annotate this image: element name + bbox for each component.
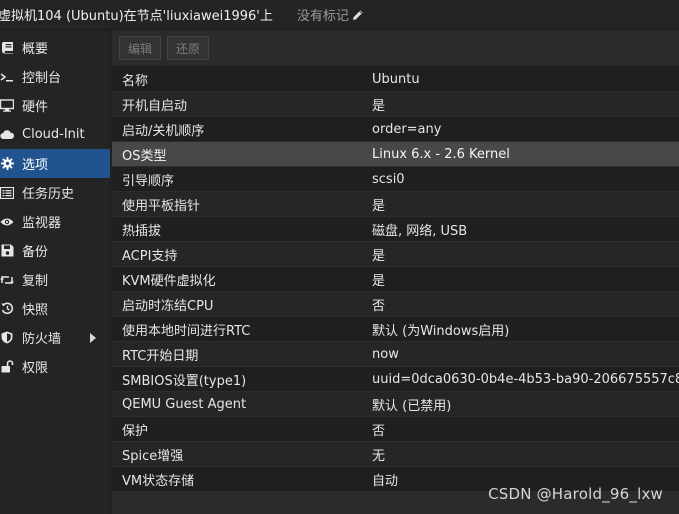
table-row[interactable]: 保护 否: [112, 417, 679, 442]
option-key: ACPI支持: [122, 248, 178, 264]
options-panel: 编辑 还原 名称 Ubuntu 开机自启动是 启动/关机顺序 order=any O…: [112, 30, 679, 514]
sidebar-item-firewall[interactable]: 防火墙: [0, 323, 110, 352]
option-value: Linux 6.x - 2.6 Kernel: [372, 146, 510, 162]
table-row[interactable]: 名称 Ubuntu: [112, 67, 679, 92]
sidebar-item-label: Cloud-Init: [22, 127, 85, 142]
option-key: 使用平板指针: [122, 198, 201, 214]
page-title: 虚拟机104 (Ubuntu)在节点'liuxiawei1996'上: [0, 9, 273, 24]
sidebar-item-backup[interactable]: 备份: [0, 236, 110, 265]
tags-label: 没有标记: [296, 9, 349, 24]
option-key: KVM硬件虚拟化: [122, 273, 216, 289]
table-row[interactable]: RTC开始日期 now: [112, 342, 679, 367]
sidebar-item-label: 防火墙: [22, 332, 62, 347]
table-row[interactable]: Spice增强 无: [112, 442, 679, 467]
table-row[interactable]: 使用本地时间进行RTC 默认 (为Windows启用): [112, 317, 679, 342]
option-key: 启动/关机顺序: [122, 123, 205, 139]
options-grid: 名称 Ubuntu 开机自启动是 启动/关机顺序 order=any OS类型 Lin…: [112, 67, 679, 492]
header-bar: 虚拟机104 (Ubuntu)在节点'liuxiawei1996'上 没有标记: [0, 0, 679, 30]
sidebar-item-console[interactable]: 控制台: [0, 62, 110, 91]
option-key: Spice增强: [122, 448, 184, 464]
option-value: 是: [372, 98, 386, 114]
cloud-icon: [0, 128, 14, 142]
option-key: OS类型: [122, 148, 167, 164]
option-key: 引导顺序: [122, 173, 175, 189]
sidebar-item-label: 监视器: [22, 216, 62, 231]
option-value: 无: [372, 448, 386, 464]
eye-icon: [0, 215, 14, 229]
option-key: 热插拔: [122, 223, 162, 239]
option-value: 默认 (已禁用): [372, 398, 452, 414]
option-key: 启动时冻结CPU: [122, 298, 214, 314]
app-window: 虚拟机104 (Ubuntu)在节点'liuxiawei1996'上 没有标记 …: [0, 0, 679, 514]
sidebar-item-permissions[interactable]: 权限: [0, 352, 110, 381]
option-value: 磁盘, 网络, USB: [372, 223, 468, 239]
option-value: 否: [372, 298, 386, 314]
history-icon: [0, 302, 14, 316]
table-row[interactable]: QEMU Guest Agent 默认 (已禁用): [112, 392, 679, 417]
table-row[interactable]: KVM硬件虚拟化 是: [112, 267, 679, 292]
sidebar-item-label: 硬件: [22, 100, 49, 115]
sidebar-item-cloud-init[interactable]: Cloud-Init: [0, 120, 110, 149]
sidebar-item-monitor[interactable]: 监视器: [0, 207, 110, 236]
sidebar-item-label: 快照: [22, 303, 49, 318]
option-key: 使用本地时间进行RTC: [122, 323, 251, 339]
sidebar-item-snapshots[interactable]: 快照: [0, 294, 110, 323]
sidebar-item-label: 权限: [22, 361, 49, 376]
pencil-icon: [352, 9, 364, 21]
table-row-selected[interactable]: OS类型 Linux 6.x - 2.6 Kernel: [112, 142, 679, 167]
list-icon: [0, 186, 14, 200]
option-value: order=any: [372, 121, 442, 137]
sidebar-item-options[interactable]: 选项: [0, 149, 110, 178]
option-key: RTC开始日期: [122, 348, 199, 364]
watermark: CSDN @Harold_96_lxw: [488, 485, 663, 503]
option-key: VM状态存储: [122, 473, 195, 489]
sidebar-item-summary[interactable]: 概要: [0, 33, 110, 62]
option-value: 否: [372, 423, 386, 439]
option-key: QEMU Guest Agent: [122, 396, 247, 412]
option-key: 保护: [122, 423, 149, 439]
option-value: 是: [372, 198, 386, 214]
option-key: 开机自启动: [122, 98, 188, 114]
table-row[interactable]: 引导顺序 scsi0: [112, 167, 679, 192]
gear-icon: [0, 157, 14, 171]
sidebar-item-hardware[interactable]: 硬件: [0, 91, 110, 120]
option-value: Ubuntu: [372, 71, 420, 87]
terminal-icon: [0, 70, 14, 84]
sidebar-item-label: 选项: [22, 158, 49, 173]
toolbar: 编辑 还原: [112, 30, 679, 67]
option-value: 是: [372, 248, 386, 264]
sidebar-item-label: 任务历史: [22, 187, 75, 202]
sidebar-item-label: 备份: [22, 245, 49, 260]
option-value: now: [372, 346, 399, 362]
option-value: scsi0: [372, 171, 405, 187]
option-value: 默认 (为Windows启用): [372, 323, 510, 339]
table-row[interactable]: ACPI支持 是: [112, 242, 679, 267]
sidebar-item-label: 概要: [22, 42, 49, 57]
unlock-icon: [0, 360, 14, 374]
table-row[interactable]: 热插拔 磁盘, 网络, USB: [112, 217, 679, 242]
table-row[interactable]: 启动时冻结CPU 否: [112, 292, 679, 317]
book-icon: [0, 41, 14, 55]
sidebar-item-label: 复制: [22, 274, 49, 289]
edit-button[interactable]: 编辑: [119, 36, 162, 60]
sidebar-item-replication[interactable]: 复制: [0, 265, 110, 294]
option-value: 是: [372, 273, 386, 289]
chevron-right-icon[interactable]: [90, 333, 96, 343]
floppy-icon: [0, 244, 14, 258]
option-key: 名称: [122, 73, 149, 89]
table-row[interactable]: SMBIOS设置(type1) uuid=0dca0630-0b4e-4b53-b…: [112, 367, 679, 392]
table-row[interactable]: 使用平板指针 是: [112, 192, 679, 217]
shield-icon: [0, 331, 14, 345]
sidebar-item-label: 控制台: [22, 71, 62, 86]
option-value: uuid=0dca0630-0b4e-4b53-ba90-206675557c8…: [372, 371, 679, 387]
monitor-icon: [0, 99, 14, 113]
revert-button[interactable]: 还原: [167, 36, 210, 60]
sidebar: 概要 控制台 硬件 Cloud-Init 选项 任务历史 监视器 备份 复制 快…: [0, 30, 111, 514]
option-key: SMBIOS设置(type1): [122, 373, 247, 389]
tags-edit-link[interactable]: 没有标记: [297, 5, 364, 24]
table-row[interactable]: 开机自启动 是: [112, 92, 679, 117]
retweet-icon: [0, 273, 14, 287]
sidebar-item-task-history[interactable]: 任务历史: [0, 178, 110, 207]
table-row[interactable]: 启动/关机顺序 order=any: [112, 117, 679, 142]
